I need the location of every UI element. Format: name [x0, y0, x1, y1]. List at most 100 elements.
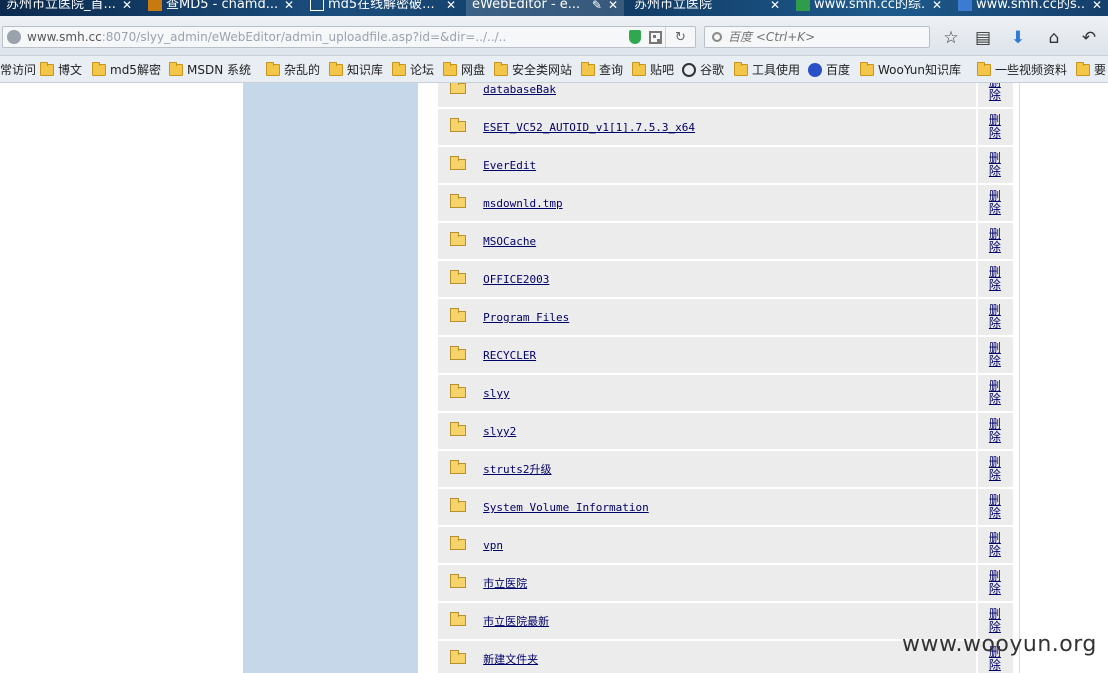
- delete-link[interactable]: 删除: [989, 266, 1002, 292]
- folder-link[interactable]: slyy2: [483, 425, 516, 438]
- close-tab-icon[interactable]: ✕: [122, 0, 132, 14]
- directory-listing-table: databaseBak 删除 ESET_VC52_AUTOID_v1[1].7.…: [438, 83, 1013, 673]
- home-icon[interactable]: ⌂: [1043, 28, 1065, 48]
- tab-title: eWebEditor - e...: [472, 0, 581, 12]
- search-input[interactable]: [728, 30, 918, 44]
- folder-icon: [450, 384, 467, 398]
- folder-link[interactable]: ESET_VC52_AUTOID_v1[1].7.5.3_x64: [483, 121, 695, 134]
- close-tab-icon[interactable]: ✕: [1092, 0, 1102, 14]
- bookmark-item[interactable]: 谷歌: [682, 61, 724, 78]
- folder-icon: [450, 460, 467, 474]
- folder-link[interactable]: slyy: [483, 387, 510, 400]
- search-box[interactable]: [704, 26, 930, 48]
- delete-link[interactable]: 删除: [989, 152, 1002, 178]
- bookmark-item[interactable]: md5解密: [92, 61, 161, 78]
- folder-link[interactable]: databaseBak: [483, 83, 556, 96]
- folder-icon: [450, 612, 467, 626]
- navigation-bar: www.smh.cc:8070/slyy_admin/eWebEditor/ad…: [0, 16, 1108, 56]
- address-url[interactable]: www.smh.cc:8070/slyy_admin/eWebEditor/ad…: [27, 30, 625, 44]
- bookmark-item[interactable]: 一些视频资料: [977, 61, 1067, 78]
- security-shield-icon[interactable]: [625, 27, 645, 47]
- close-tab-icon[interactable]: ✕: [770, 0, 780, 14]
- tab-title: www.smh.cc的s...: [976, 0, 1086, 12]
- download-icon[interactable]: ⬇: [1007, 28, 1029, 48]
- folder-icon: [450, 346, 467, 360]
- bookmark-item[interactable]: 安全类网站: [494, 61, 572, 78]
- delete-link[interactable]: 删除: [989, 570, 1002, 596]
- table-row: msdownld.tmp 删除: [438, 185, 1013, 221]
- delete-link[interactable]: 删除: [989, 228, 1002, 254]
- tab-5[interactable]: www.smh.cc的综... ✕: [790, 0, 948, 16]
- qr-code-icon[interactable]: [645, 27, 665, 47]
- folder-icon: [581, 61, 595, 76]
- bookmark-item[interactable]: 百度: [808, 61, 850, 78]
- bookmark-item[interactable]: 知识库: [329, 61, 383, 78]
- bookmark-item[interactable]: 工具使用: [734, 61, 800, 78]
- address-bar[interactable]: www.smh.cc:8070/slyy_admin/eWebEditor/ad…: [2, 26, 696, 48]
- delete-link[interactable]: 删除: [989, 190, 1002, 216]
- close-tab-icon[interactable]: ✕: [446, 0, 456, 14]
- bookmark-item[interactable]: 论坛: [392, 61, 434, 78]
- folder-link[interactable]: 市立医院: [483, 577, 527, 590]
- table-row: OFFICE2003 删除: [438, 261, 1013, 297]
- reading-list-icon[interactable]: ▤: [972, 28, 994, 48]
- table-row: ESET_VC52_AUTOID_v1[1].7.5.3_x64 删除: [438, 109, 1013, 145]
- table-row: slyy2 删除: [438, 413, 1013, 449]
- folder-icon: [450, 536, 467, 550]
- table-row: EverEdit 删除: [438, 147, 1013, 183]
- table-row: vpn 删除: [438, 527, 1013, 563]
- folder-link[interactable]: EverEdit: [483, 159, 536, 172]
- site-info-icon[interactable]: [7, 30, 21, 44]
- folder-link[interactable]: 新建文件夹: [483, 653, 538, 666]
- tab-title: 查MD5 - chamd...: [166, 0, 278, 12]
- folder-icon: [92, 61, 106, 76]
- folder-link[interactable]: Program Files: [483, 311, 569, 324]
- folder-link[interactable]: struts2升级: [483, 463, 551, 476]
- delete-link[interactable]: 删除: [989, 304, 1002, 330]
- close-tab-icon[interactable]: ✕: [932, 0, 942, 14]
- folder-link[interactable]: RECYCLER: [483, 349, 536, 362]
- tab-3-active[interactable]: eWebEditor - e... ✎ ✕: [466, 0, 624, 16]
- star-bookmark-icon[interactable]: ☆: [940, 28, 962, 48]
- delete-link[interactable]: 删除: [989, 114, 1002, 140]
- bookmark-item[interactable]: WooYun知识库: [860, 61, 961, 78]
- close-tab-icon[interactable]: ✕: [284, 0, 294, 14]
- back-undo-icon[interactable]: ↶: [1078, 28, 1100, 48]
- folder-link[interactable]: msdownld.tmp: [483, 197, 562, 210]
- folder-link[interactable]: System Volume Information: [483, 501, 649, 514]
- tab-1[interactable]: 查MD5 - chamd... ✕: [142, 0, 300, 16]
- refresh-icon[interactable]: ↻: [665, 27, 695, 47]
- grid-site-icon: [310, 0, 324, 11]
- delete-link[interactable]: 删除: [989, 380, 1002, 406]
- bookmark-item[interactable]: 贴吧: [632, 61, 674, 78]
- folder-link[interactable]: MSOCache: [483, 235, 536, 248]
- close-tab-icon[interactable]: ✕: [608, 0, 618, 14]
- tab-strip: 苏州市立医院_首... ✕ 查MD5 - chamd... ✕ md5在线解密破…: [0, 0, 1108, 16]
- folder-icon: [450, 498, 467, 512]
- tab-6[interactable]: www.smh.cc的s... ✕: [952, 0, 1108, 16]
- folder-icon: [443, 61, 457, 76]
- delete-link[interactable]: 删除: [989, 418, 1002, 444]
- folder-link[interactable]: vpn: [483, 539, 503, 552]
- bookmark-item[interactable]: 网盘: [443, 61, 485, 78]
- folder-link[interactable]: OFFICE2003: [483, 273, 549, 286]
- delete-link[interactable]: 删除: [989, 456, 1002, 482]
- delete-link[interactable]: 删除: [989, 494, 1002, 520]
- delete-link[interactable]: 删除: [989, 608, 1002, 634]
- delete-link[interactable]: 删除: [989, 532, 1002, 558]
- table-row: Program Files 删除: [438, 299, 1013, 335]
- bookmark-item[interactable]: 查询: [581, 61, 623, 78]
- bookmark-item[interactable]: 杂乱的: [266, 61, 320, 78]
- folder-icon: [1076, 61, 1090, 76]
- delete-link[interactable]: 删除: [989, 83, 1002, 102]
- bookmark-item[interactable]: 常访问: [0, 61, 36, 78]
- tab-4[interactable]: 苏州市立医院 ✕: [628, 0, 786, 16]
- bookmark-item[interactable]: 博文: [40, 61, 82, 78]
- tab-0[interactable]: 苏州市立医院_首... ✕: [0, 0, 138, 16]
- bookmark-item[interactable]: 要: [1076, 61, 1106, 78]
- tab-2[interactable]: md5在线解密破... ✕: [304, 0, 462, 16]
- tab-title: md5在线解密破...: [328, 0, 435, 12]
- delete-link[interactable]: 删除: [989, 342, 1002, 368]
- folder-link[interactable]: 市立医院最新: [483, 615, 549, 628]
- bookmark-item[interactable]: MSDN 系统: [169, 61, 251, 78]
